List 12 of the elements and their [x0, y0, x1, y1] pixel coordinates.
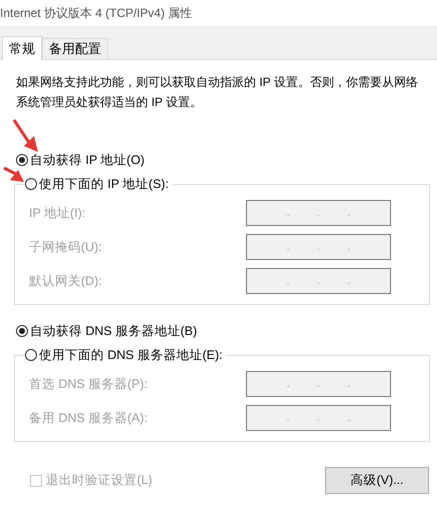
- field-label: 子网掩码(U):: [28, 238, 103, 256]
- advanced-button[interactable]: 高级(V)...: [325, 467, 429, 494]
- field-label: 默认网关(D):: [28, 272, 103, 290]
- arrow-icon: [12, 118, 38, 152]
- tab[interactable]: 常规: [2, 36, 42, 60]
- field-label: 备用 DNS 服务器(A):: [28, 410, 148, 426]
- description-text: 如果网络支持此功能，则可以获取自动指派的 IP 设置。否则，你需要从网络系统管理员处获得适当的 IP 设置。: [16, 74, 419, 111]
- field-label: IP 地址(I):: [28, 204, 86, 222]
- tab[interactable]: 备用配置: [42, 38, 108, 59]
- field-label: 首选 DNS 服务器(P):: [28, 376, 148, 392]
- arrow-icon: [2, 166, 24, 182]
- window-title: Internet 协议版本 4 (TCP/IPv4) 属性: [0, 4, 194, 22]
